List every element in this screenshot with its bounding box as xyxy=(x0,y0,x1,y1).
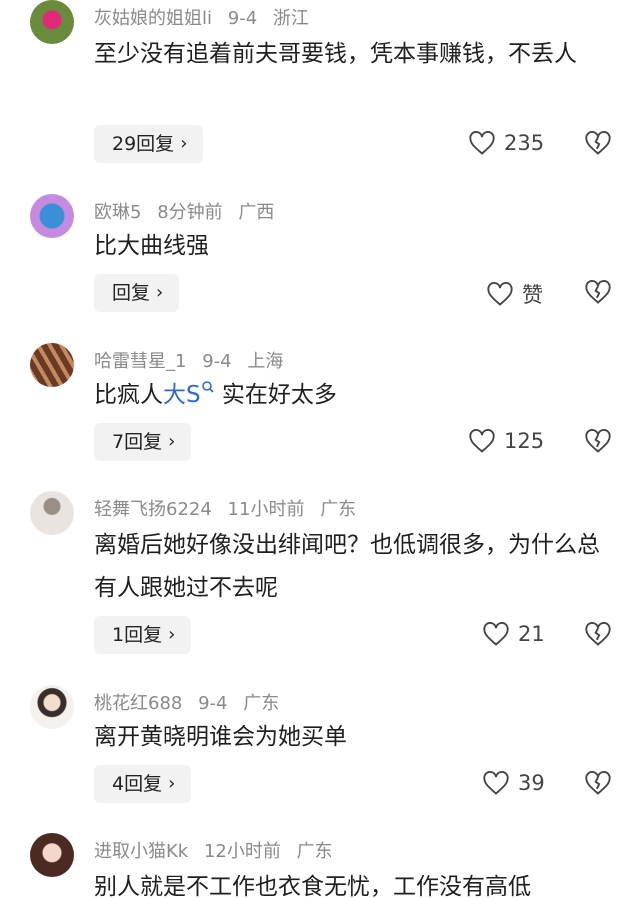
reply-label: 29回复 xyxy=(112,133,175,155)
reply-label: 7回复 xyxy=(112,431,163,453)
like-count: 235 xyxy=(504,131,545,155)
reply-button[interactable]: 29回复 › xyxy=(94,125,204,163)
chevron-right-icon: › xyxy=(156,282,164,303)
like-button[interactable]: 39 xyxy=(482,770,545,796)
avatar[interactable] xyxy=(30,0,74,44)
like-button[interactable]: 赞 xyxy=(486,279,543,309)
broken-heart-icon xyxy=(585,130,611,155)
comment-meta: 进取小猫Kk 12小时前 广东 xyxy=(94,837,343,863)
comment-location: 广西 xyxy=(238,202,275,223)
avatar[interactable] xyxy=(30,194,74,238)
dislike-button[interactable] xyxy=(584,621,612,651)
chevron-right-icon: › xyxy=(168,624,176,645)
broken-heart-icon xyxy=(585,770,611,795)
search-icon xyxy=(201,381,214,393)
dislike-button[interactable] xyxy=(584,428,612,458)
reply-button[interactable]: 1回复 › xyxy=(94,616,192,654)
reply-button[interactable]: 4回复 › xyxy=(94,765,192,803)
comment-time: 11小时前 xyxy=(227,499,305,520)
comment-location: 广东 xyxy=(243,693,280,714)
heart-outline-icon xyxy=(487,281,513,306)
comment-time: 9-4 xyxy=(202,351,232,372)
avatar[interactable] xyxy=(30,833,74,877)
comment-meta: 轻舞飞扬6224 11小时前 广东 xyxy=(94,495,366,521)
heart-outline-icon xyxy=(469,428,495,453)
dislike-button[interactable] xyxy=(584,130,612,160)
comment-text: 比疯人大S 实在好太多 xyxy=(94,374,614,417)
comment-text-after: 实在好太多 xyxy=(214,382,337,408)
reply-label: 1回复 xyxy=(112,624,163,646)
mention-link[interactable]: 大S xyxy=(163,381,215,408)
like-count: 125 xyxy=(504,429,545,453)
heart-outline-icon xyxy=(469,130,495,155)
comment-time: 8分钟前 xyxy=(157,202,223,223)
like-button[interactable]: 125 xyxy=(468,428,544,454)
username[interactable]: 灰姑娘的姐姐li xyxy=(94,8,212,29)
comment-location: 上海 xyxy=(247,351,284,372)
comment-time: 9-4 xyxy=(227,8,258,29)
comment-text: 离开黄晓明谁会为她买单 xyxy=(94,724,347,750)
like-count: 21 xyxy=(518,622,545,646)
comment-meta: 欧琳5 8分钟前 广西 xyxy=(94,198,284,224)
comment-location: 广东 xyxy=(320,499,357,520)
comment-location: 浙江 xyxy=(272,8,309,29)
comment-meta: 哈雷彗星_1 9-4 上海 xyxy=(94,347,293,373)
comment-text-before: 比疯人 xyxy=(94,382,163,408)
comment-text: 比大曲线强 xyxy=(94,233,209,259)
broken-heart-icon xyxy=(585,428,611,453)
comment-meta: 灰姑娘的姐姐li 9-4 浙江 xyxy=(94,4,319,30)
broken-heart-icon xyxy=(585,279,611,304)
broken-heart-icon xyxy=(585,621,611,646)
like-label: 赞 xyxy=(522,283,543,307)
username[interactable]: 轻舞飞扬6224 xyxy=(94,499,212,520)
chevron-right-icon: › xyxy=(180,133,188,154)
reply-button[interactable]: 回复 › xyxy=(94,274,180,312)
comment-text: 别人就是不工作也衣食无忧，工作没有高低 xyxy=(94,874,531,898)
comment-text: 至少没有追着前夫哥要钱，凭本事赚钱，不丢人 xyxy=(94,41,577,67)
dislike-button[interactable] xyxy=(584,770,612,800)
avatar[interactable] xyxy=(30,491,74,535)
comment-time: 9-4 xyxy=(198,693,228,714)
comment-location: 广东 xyxy=(296,841,333,862)
heart-outline-icon xyxy=(483,621,509,646)
username[interactable]: 桃花红688 xyxy=(94,693,182,714)
dislike-button[interactable] xyxy=(584,279,612,309)
like-count: 39 xyxy=(518,771,545,795)
mention-text: 大S xyxy=(163,382,201,408)
reply-button[interactable]: 7回复 › xyxy=(94,423,192,461)
username[interactable]: 欧琳5 xyxy=(94,202,141,223)
username[interactable]: 哈雷彗星_1 xyxy=(94,351,186,372)
username[interactable]: 进取小猫Kk xyxy=(94,841,188,862)
reply-label: 回复 xyxy=(112,282,151,304)
avatar[interactable] xyxy=(30,343,74,387)
comment-time: 12小时前 xyxy=(203,841,281,862)
comment-meta: 桃花红688 9-4 广东 xyxy=(94,689,289,715)
chevron-right-icon: › xyxy=(168,431,176,452)
comment-text: 离婚后她好像没出绯闻吧？也低调很多，为什么总有人跟她过不去呢 xyxy=(94,532,600,601)
avatar[interactable] xyxy=(30,685,74,729)
like-button[interactable]: 21 xyxy=(482,621,545,647)
heart-outline-icon xyxy=(483,770,509,795)
reply-label: 4回复 xyxy=(112,773,163,795)
chevron-right-icon: › xyxy=(168,773,176,794)
like-button[interactable]: 235 xyxy=(468,130,544,156)
